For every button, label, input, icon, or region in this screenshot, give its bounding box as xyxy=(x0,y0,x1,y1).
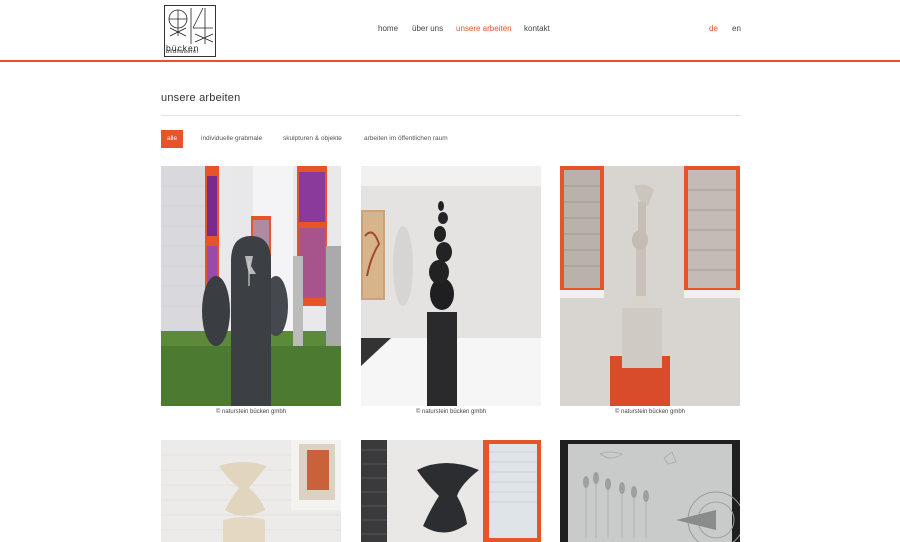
nav-item-home[interactable]: home xyxy=(378,24,398,33)
gallery-image-4 xyxy=(161,440,341,542)
filter-alle[interactable]: alle xyxy=(161,130,184,148)
gallery-caption-3: © naturstein bücken gmbh xyxy=(614,409,686,415)
gallery-caption-2: © naturstein bücken gmbh xyxy=(415,409,487,415)
lang-de[interactable]: de xyxy=(709,24,718,33)
filter-oeffentlicher-raum[interactable]: arbeiten im öffentlichen raum xyxy=(364,130,448,148)
filter-skulpturen-objekte[interactable]: skulpturen & objekte xyxy=(283,130,342,148)
nav-item-unsere-arbeiten[interactable]: unsere arbeiten xyxy=(456,24,512,33)
lang-en[interactable]: en xyxy=(732,24,741,33)
nav-item-ueber-uns[interactable]: über uns xyxy=(412,24,443,33)
gallery-image-6 xyxy=(560,440,740,542)
nav-item-kontakt[interactable]: kontakt xyxy=(524,24,550,33)
gallery-image-5 xyxy=(361,440,541,542)
gallery-image-1 xyxy=(161,166,341,406)
gallery-item-4[interactable] xyxy=(161,440,341,542)
site-header: bücken bildhauerei home über uns unsere … xyxy=(0,0,900,62)
page-title: unsere arbeiten xyxy=(161,92,241,104)
gallery-image-2 xyxy=(361,166,541,406)
gallery-item-1[interactable] xyxy=(161,166,341,406)
gallery-item-5[interactable] xyxy=(361,440,541,542)
gallery-caption-1: © naturstein bücken gmbh xyxy=(215,409,287,415)
gallery-item-2[interactable] xyxy=(361,166,541,406)
brand-subtitle: bildhauerei xyxy=(166,49,199,55)
filter-individuelle-grabmale[interactable]: individuelle grabmale xyxy=(201,130,262,148)
gallery-item-6[interactable] xyxy=(560,440,740,542)
gallery-item-3[interactable] xyxy=(560,166,740,406)
gallery-image-3 xyxy=(560,166,740,406)
title-divider xyxy=(161,115,741,116)
